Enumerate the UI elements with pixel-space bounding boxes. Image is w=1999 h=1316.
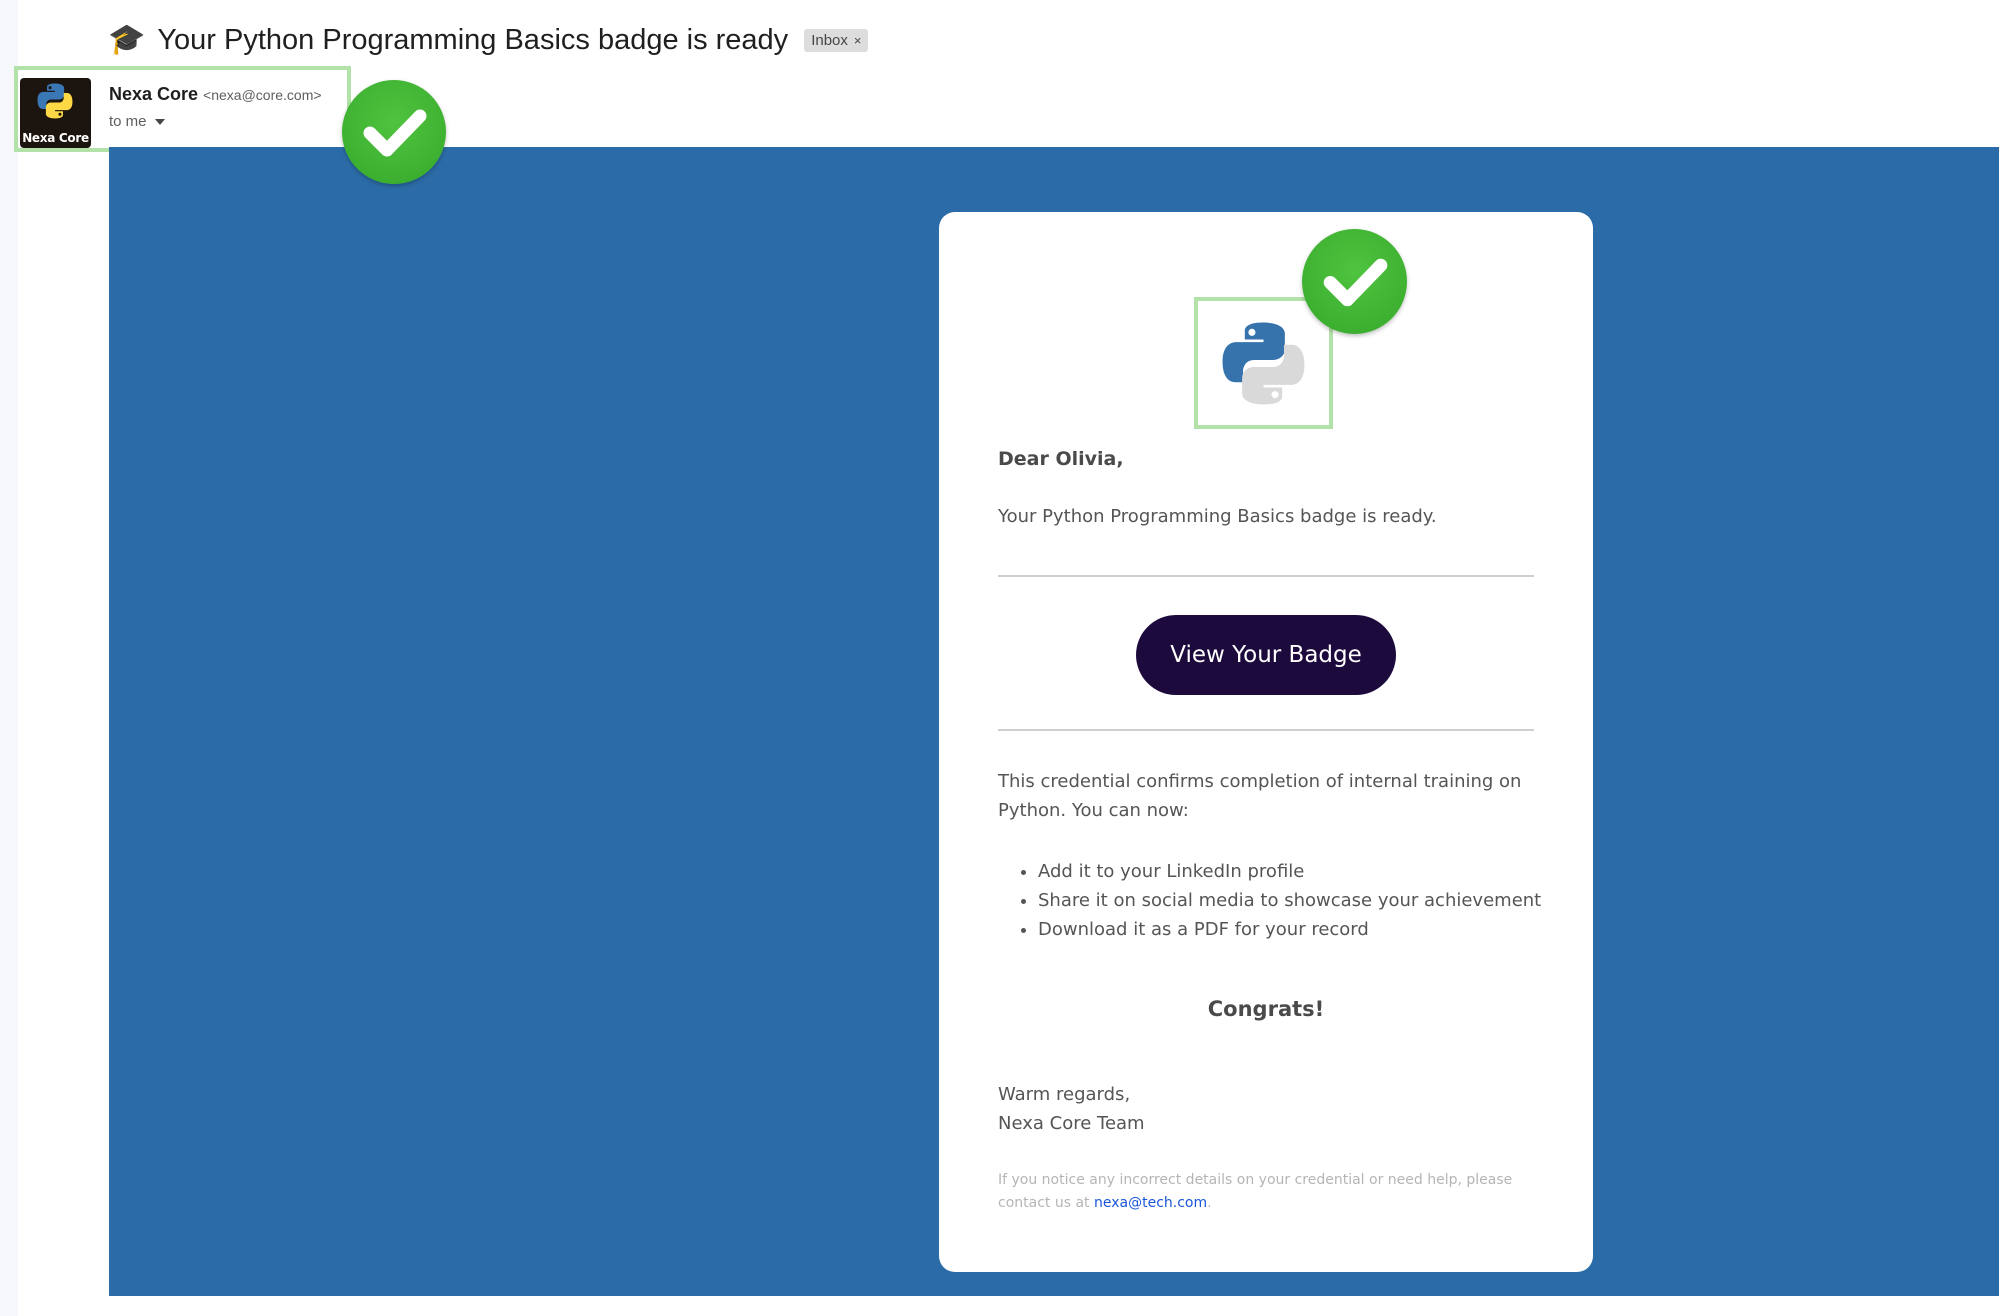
inbox-label[interactable]: Inbox ×	[804, 28, 869, 52]
sender-name[interactable]: Nexa Core	[109, 84, 198, 105]
avatar[interactable]: Nexa Core	[20, 78, 91, 148]
graduation-cap-icon: 🎓	[108, 23, 146, 56]
python-logo-icon	[37, 83, 73, 119]
recipient-text: to me	[109, 113, 147, 130]
signoff-team: Nexa Core Team	[998, 1113, 1145, 1134]
sender-line: Nexa Core <nexa@core.com>	[109, 84, 322, 105]
check-circle-icon	[1302, 229, 1407, 334]
recipient-dropdown[interactable]: to me	[109, 113, 165, 130]
signoff-line: Warm regards,	[998, 1084, 1131, 1105]
benefits-list: Add it to your LinkedIn profile Share it…	[998, 857, 1543, 944]
signoff: Warm regards, Nexa Core Team	[998, 1080, 1145, 1138]
intro-text: Your Python Programming Basics badge is …	[998, 506, 1437, 527]
list-item: Add it to your LinkedIn profile	[1038, 857, 1543, 886]
sender-email: <nexa@core.com>	[203, 87, 322, 103]
footnote: If you notice any incorrect details on y…	[998, 1169, 1543, 1215]
divider	[998, 575, 1534, 577]
list-item: Share it on social media to showcase you…	[1038, 886, 1543, 915]
view-badge-button[interactable]: View Your Badge	[1136, 615, 1396, 695]
footnote-text: If you notice any incorrect details on y…	[998, 1172, 1513, 1211]
inbox-label-text: Inbox	[811, 31, 848, 49]
check-circle-icon	[342, 80, 446, 184]
greeting: Dear Olivia,	[998, 448, 1124, 470]
footnote-end: .	[1207, 1195, 1212, 1211]
email-card: Dear Olivia, Your Python Programming Bas…	[939, 212, 1593, 1272]
list-item: Download it as a PDF for your record	[1038, 915, 1543, 944]
chevron-down-icon[interactable]	[154, 118, 165, 125]
divider	[998, 729, 1534, 731]
avatar-text: Nexa Core	[22, 131, 89, 145]
body-paragraph: This credential confirms completion of i…	[998, 771, 1522, 821]
left-rail	[0, 0, 18, 1316]
close-icon[interactable]: ×	[854, 33, 862, 48]
email-subject: Your Python Programming Basics badge is …	[157, 23, 789, 56]
support-email-link[interactable]: nexa@tech.com	[1094, 1195, 1207, 1211]
python-logo-icon	[1222, 322, 1305, 405]
congrats-heading: Congrats!	[1207, 997, 1325, 1021]
subject-row: 🎓 Your Python Programming Basics badge i…	[108, 18, 869, 62]
